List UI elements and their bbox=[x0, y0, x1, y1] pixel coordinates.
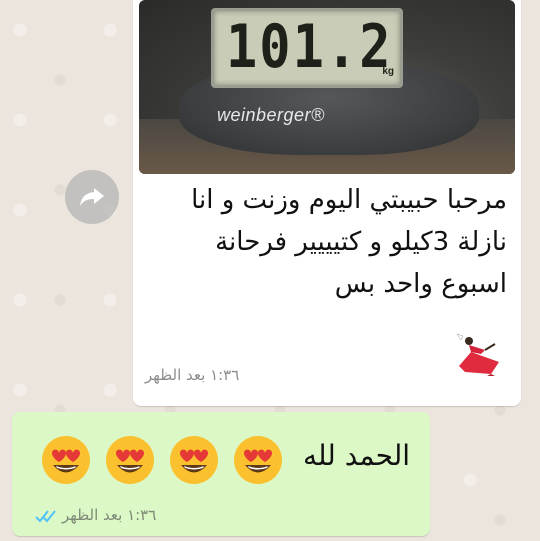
incoming-message-time: ١:٣٦ بعد الظهر bbox=[145, 366, 240, 384]
forward-button[interactable] bbox=[65, 170, 119, 224]
heart-eyes-icon bbox=[234, 436, 282, 484]
emoji-row bbox=[40, 434, 284, 486]
scale-photo[interactable]: 101.2 kg weinberger® bbox=[139, 0, 515, 174]
scale-display: 101.2 kg bbox=[211, 8, 403, 88]
forward-icon bbox=[80, 188, 104, 206]
heart-eyes-icon bbox=[42, 436, 90, 484]
scale-unit: kg bbox=[382, 66, 394, 77]
scale-brand: weinberger® bbox=[217, 105, 325, 125]
incoming-message-bubble[interactable]: 101.2 kg weinberger® مرحبا حبيبتي اليوم … bbox=[133, 0, 521, 406]
outgoing-message-time: ١:٣٦ بعد الظهر bbox=[62, 506, 157, 524]
heart-eyes-icon bbox=[170, 436, 218, 484]
outgoing-message-bubble[interactable]: الحمد لله ١:٣٦ بعد الظهر bbox=[12, 412, 430, 536]
heart-eyes-icon bbox=[106, 436, 154, 484]
double-check-icon bbox=[35, 510, 56, 523]
dancer-icon bbox=[456, 333, 499, 376]
outgoing-message-text: الحمد لله bbox=[303, 439, 410, 472]
incoming-message-text: مرحبا حبيبتي اليوم وزنت و انا نازلة 3كيل… bbox=[191, 185, 507, 299]
scale-reading: 101.2 bbox=[226, 13, 393, 82]
